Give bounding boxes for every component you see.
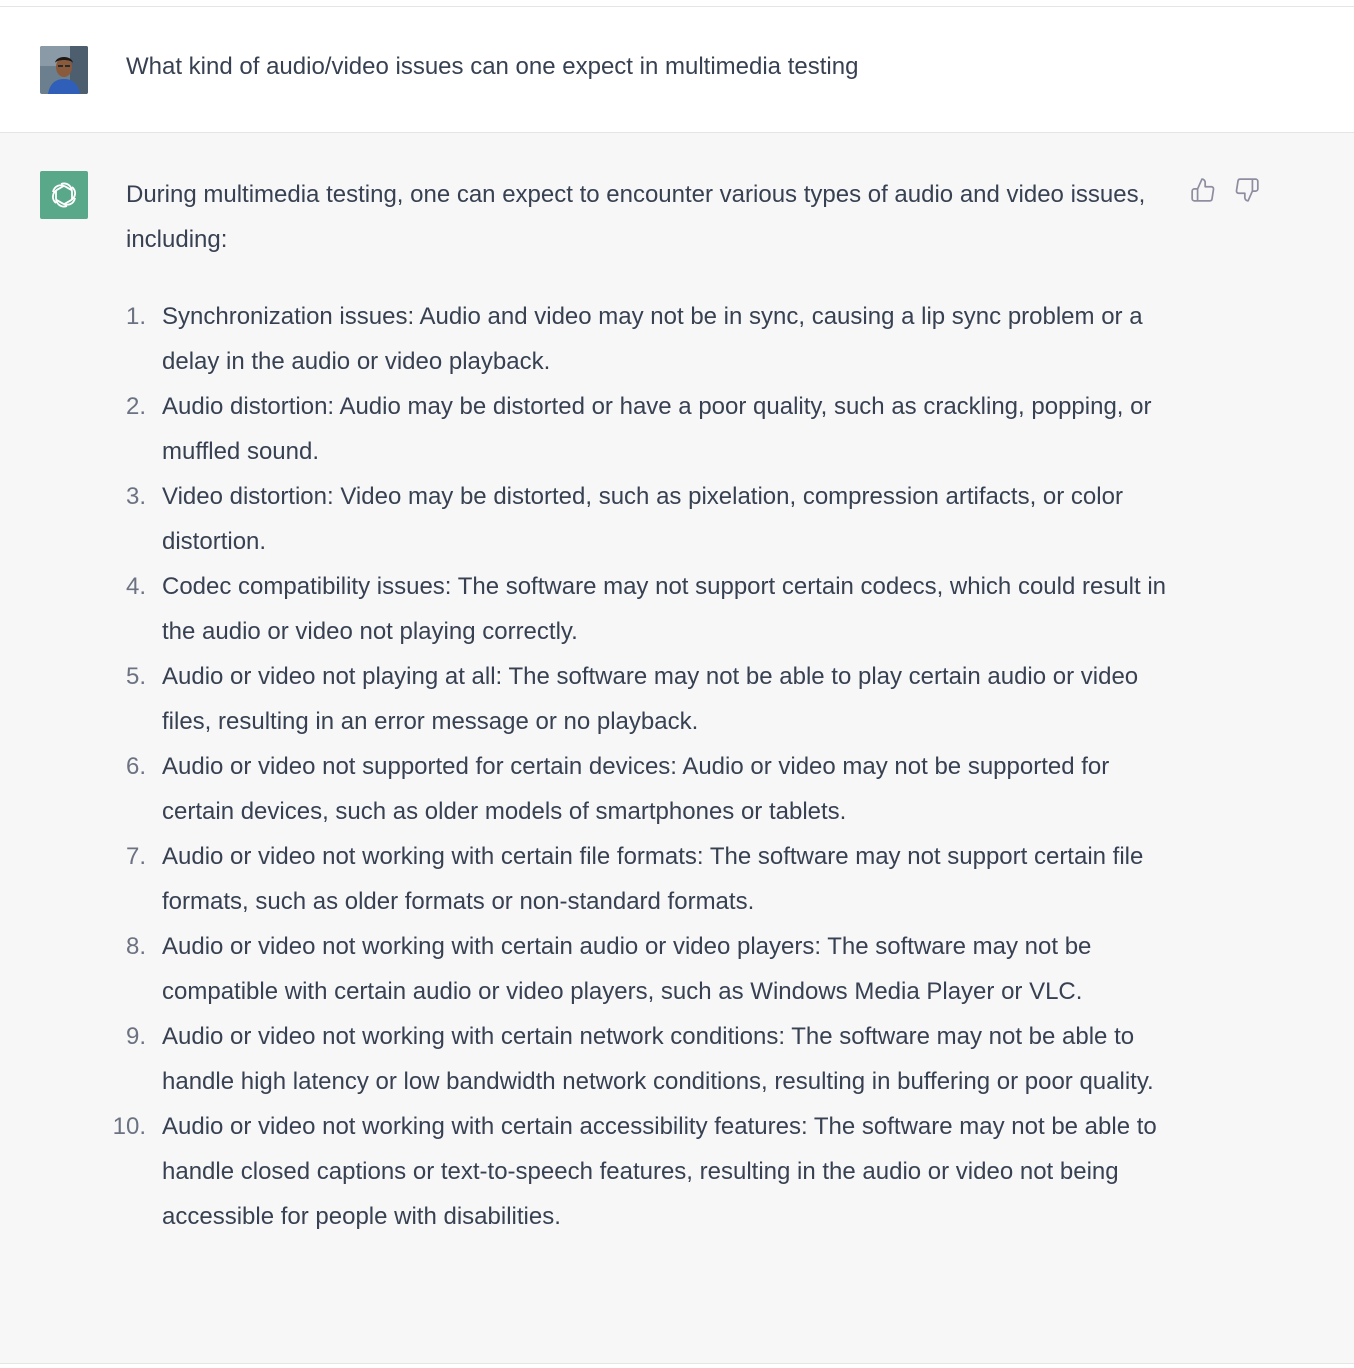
user-message-text: What kind of audio/video issues can one … xyxy=(126,53,859,80)
user-avatar xyxy=(40,46,88,94)
list-item-text: Audio distortion: Audio may be distorted… xyxy=(162,393,1152,465)
list-item: 10. Audio or video not working with certa… xyxy=(113,1104,1172,1239)
like-button[interactable] xyxy=(1188,175,1218,205)
list-item-number: 1. xyxy=(125,303,146,330)
list-item: 1. Synchronization issues: Audio and vide… xyxy=(126,294,1172,384)
list-item-text: Audio or video not playing at all: The s… xyxy=(162,663,1139,735)
list-item: 9. Audio or video not working with certai… xyxy=(126,1014,1172,1104)
assistant-intro-text: During multimedia testing, one can expec… xyxy=(126,181,1146,253)
list-item: 3. Video distortion: Video may be distort… xyxy=(126,474,1172,564)
list-item: 7. Audio or video not working with certai… xyxy=(126,834,1172,924)
list-item-number: 2. xyxy=(125,393,146,420)
list-item: 8. Audio or video not working with certai… xyxy=(126,924,1172,1014)
list-item-text: Codec compatibility issues: The software… xyxy=(162,573,1167,645)
list-item: 4. Codec compatibility issues: The softwa… xyxy=(126,564,1172,654)
issue-list: 1. Synchronization issues: Audio and vide… xyxy=(113,294,1172,1239)
list-item-text: Audio or video not working with certain … xyxy=(162,1023,1154,1095)
list-item-number: 3. xyxy=(125,483,146,510)
list-item-number: 10. xyxy=(112,1113,146,1140)
list-item-number: 4. xyxy=(125,573,146,600)
top-divider xyxy=(0,0,1354,7)
list-item-text: Video distortion: Video may be distorted… xyxy=(162,483,1123,555)
list-item-number: 9. xyxy=(125,1023,146,1050)
list-item-text: Synchronization issues: Audio and video … xyxy=(162,303,1143,375)
openai-logo-icon xyxy=(52,182,76,208)
list-item-number: 8. xyxy=(125,933,146,960)
thumbs-up-icon xyxy=(1191,178,1215,202)
user-photo-avatar-icon xyxy=(40,46,88,94)
list-item-text: Audio or video not working with certain … xyxy=(162,843,1144,915)
dislike-button[interactable] xyxy=(1232,175,1262,205)
list-item: 5. Audio or video not playing at all: The… xyxy=(126,654,1172,744)
list-item-text: Audio or video not supported for certain… xyxy=(162,753,1110,825)
list-item-number: 7. xyxy=(125,843,146,870)
assistant-message-row: During multimedia testing, one can expec… xyxy=(0,133,1354,1364)
list-item-number: 6. xyxy=(125,753,146,780)
user-message-row: What kind of audio/video issues can one … xyxy=(0,7,1354,133)
list-item-number: 5. xyxy=(125,663,146,690)
list-item: 2. Audio distortion: Audio may be distort… xyxy=(126,384,1172,474)
list-item-text: Audio or video not working with certain … xyxy=(162,933,1092,1005)
thumbs-down-icon xyxy=(1235,178,1259,202)
assistant-avatar xyxy=(40,171,88,219)
list-item-text: Audio or video not working with certain … xyxy=(162,1113,1157,1230)
list-item: 6. Audio or video not supported for certa… xyxy=(126,744,1172,834)
